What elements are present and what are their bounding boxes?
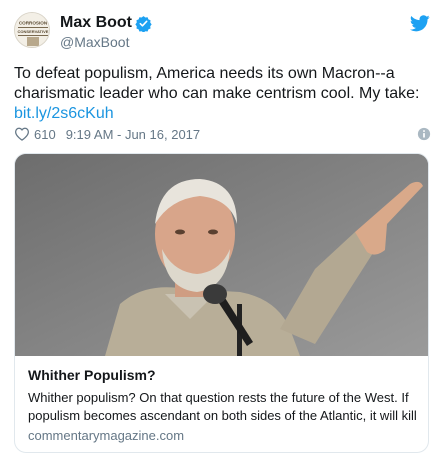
- link-card[interactable]: Whither Populism? Whither populism? On t…: [14, 153, 429, 453]
- card-description-line: Whither populism? On that question rests…: [28, 390, 409, 405]
- tweet-text-line: To defeat populism, America needs its ow…: [14, 65, 395, 82]
- card-title[interactable]: Whither Populism?: [28, 366, 417, 385]
- avatar[interactable]: CORROSION CONSERVATIVE: [14, 12, 50, 48]
- author-name[interactable]: Max Boot: [60, 14, 132, 32]
- tweet-text: To defeat populism, America needs its ow…: [14, 64, 434, 124]
- avatar-logo-text-bottom: CONSERVATIVE: [18, 29, 49, 34]
- card-description: Whither populism? On that question rests…: [28, 389, 417, 425]
- tweet-meta: 610 9:19 AM - Jun 16, 2017: [14, 126, 200, 142]
- like-count[interactable]: 610: [34, 127, 56, 142]
- twitter-bird-icon[interactable]: [410, 15, 430, 32]
- card-image[interactable]: [15, 154, 428, 356]
- tweet-link[interactable]: bit.ly/2s6cKuh: [14, 104, 434, 124]
- info-icon[interactable]: [417, 127, 431, 141]
- avatar-logo-text-top: CORROSION: [19, 21, 48, 26]
- verified-badge-icon: [135, 16, 152, 32]
- tweet-text-line: charismatic leader who can make centrism…: [14, 85, 420, 102]
- card-domain[interactable]: commentarymagazine.com: [28, 427, 417, 445]
- card-description-line: populism becomes ascendant on both sides…: [28, 408, 417, 423]
- card-body[interactable]: Whither Populism? Whither populism? On t…: [15, 356, 428, 452]
- tweet-embed: CORROSION CONSERVATIVE Max Boot @MaxBoot…: [0, 0, 447, 460]
- heart-icon[interactable]: [14, 127, 30, 141]
- tweet-timestamp[interactable]: 9:19 AM - Jun 16, 2017: [66, 127, 200, 142]
- author-handle[interactable]: @MaxBoot: [60, 34, 129, 50]
